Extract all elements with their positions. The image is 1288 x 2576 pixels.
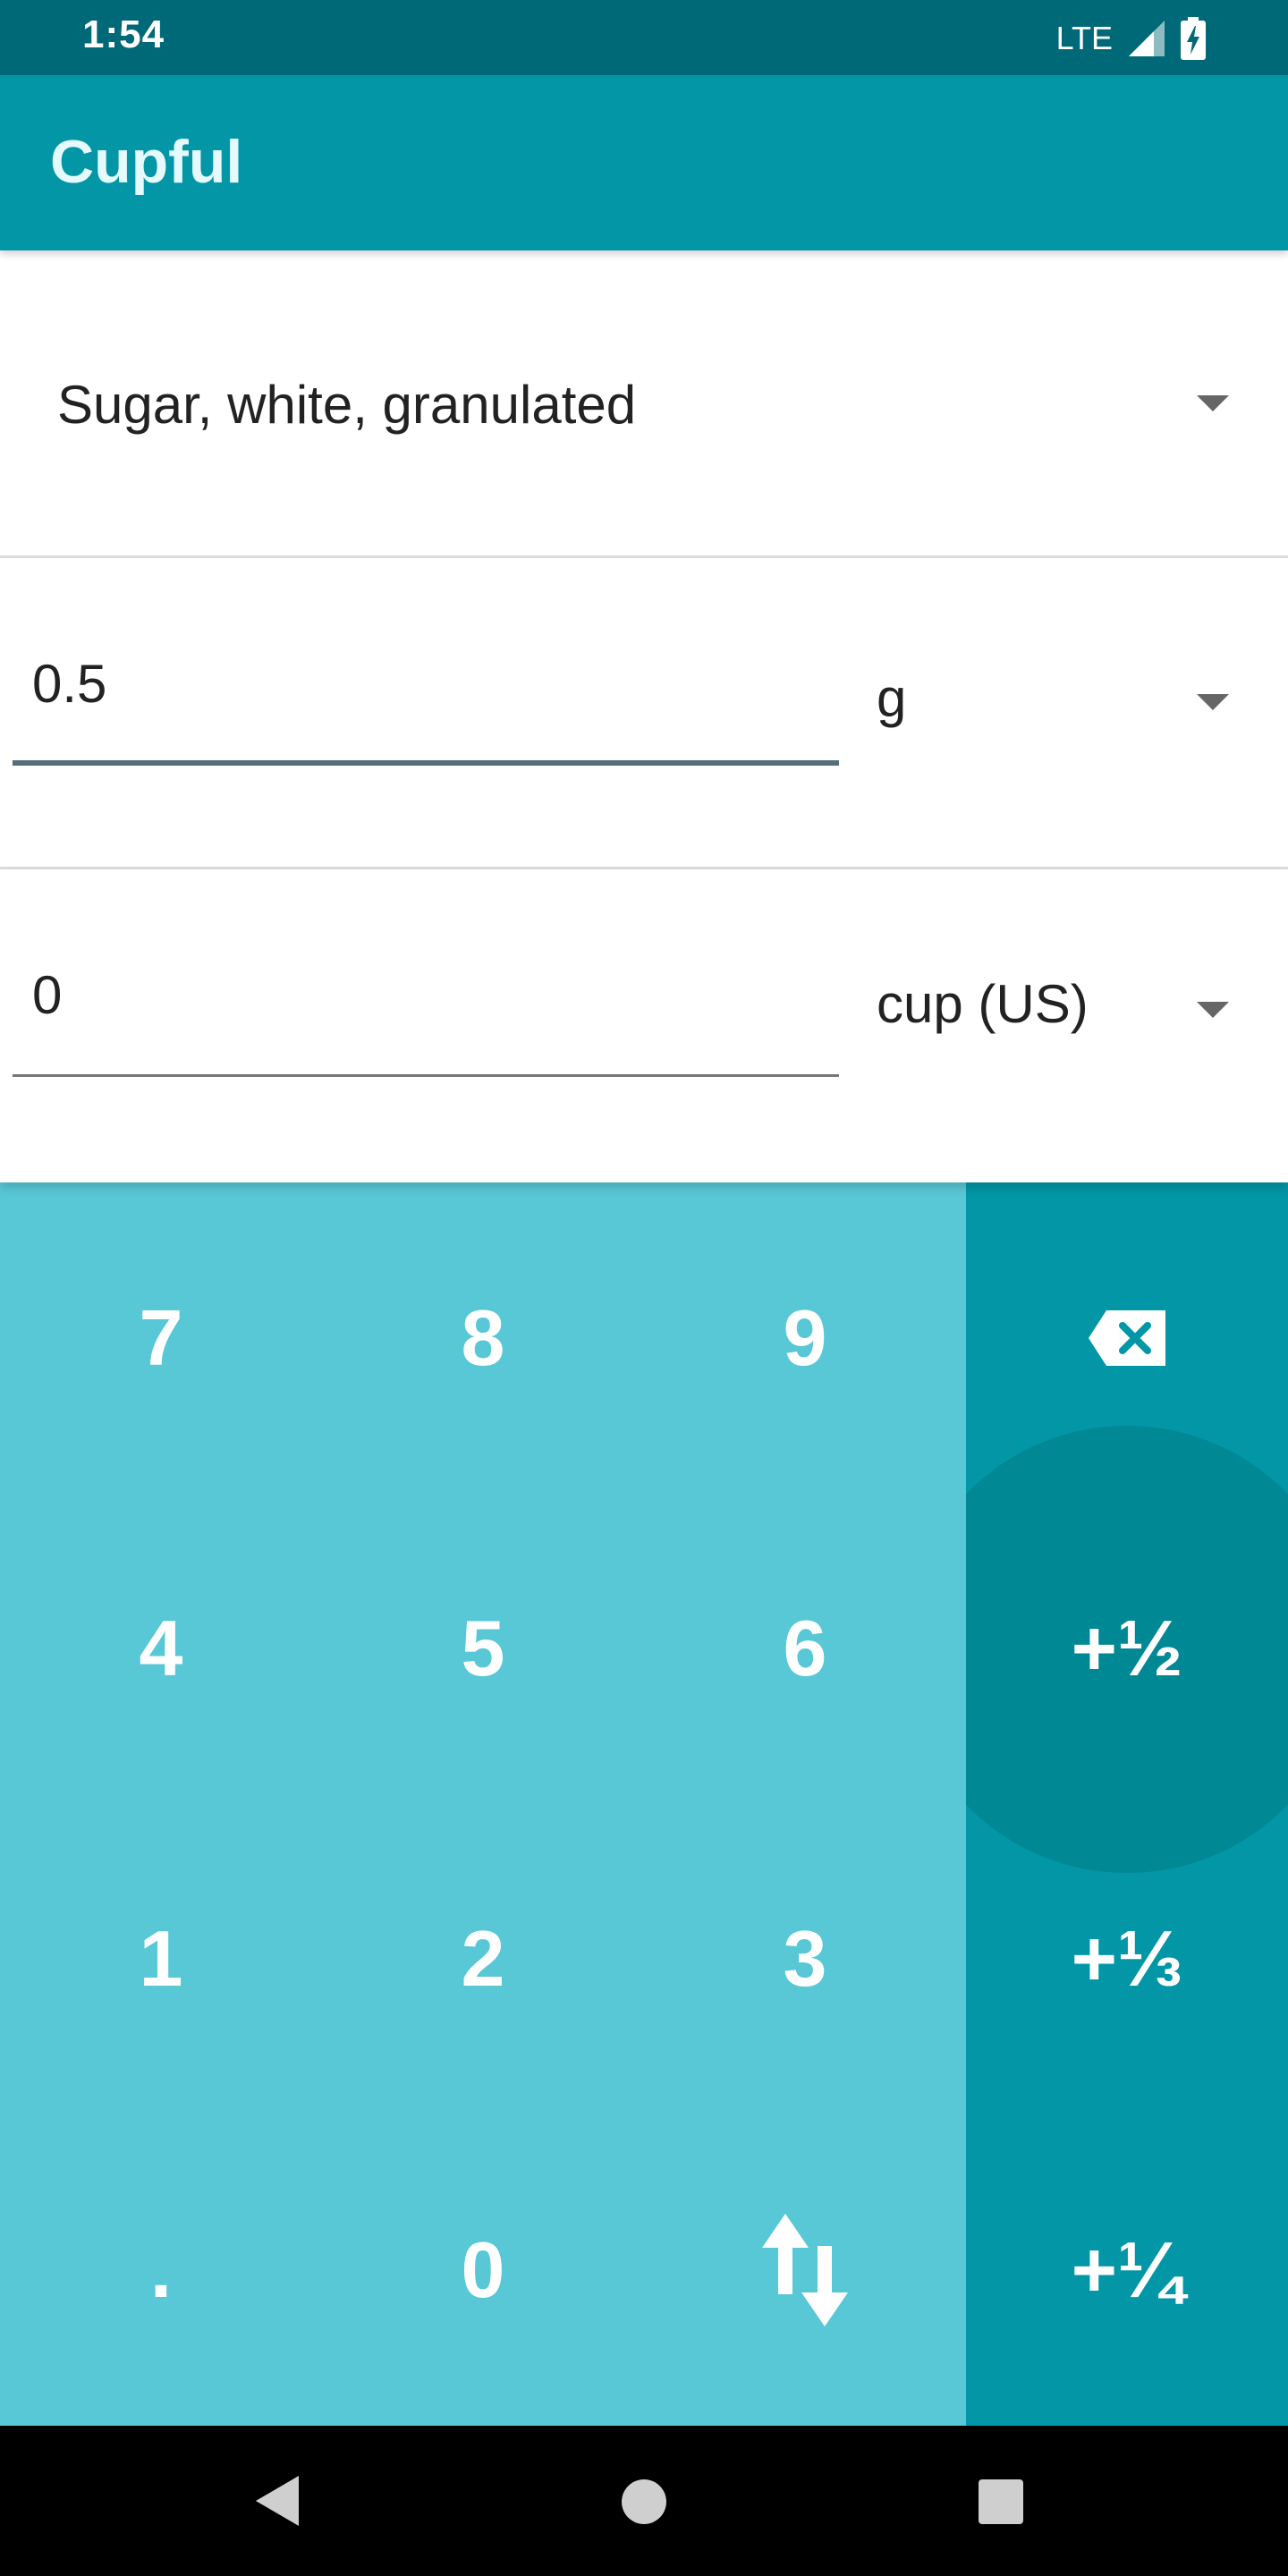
add-third-button[interactable]: +⅓ [966, 1803, 1288, 2114]
recents-icon[interactable] [979, 2479, 1023, 2524]
key-6[interactable]: 6 [644, 1493, 966, 1803]
status-time: 1:54 [82, 13, 165, 56]
key-7[interactable]: 7 [0, 1182, 322, 1493]
key-4[interactable]: 4 [0, 1493, 322, 1803]
keypad: 7 8 9 4 5 6 1 2 3 . 0 +½ +⅓ +¼ [0, 1182, 1288, 2426]
fraction-pad: +½ +⅓ +¼ [966, 1182, 1288, 2426]
to-conversion-row: 0 cup (US) [0, 869, 1288, 1182]
ingredient-selected-label: Sugar, white, granulated [57, 375, 637, 435]
chevron-down-icon [1197, 395, 1229, 411]
chevron-down-icon [1197, 694, 1229, 710]
key-3[interactable]: 3 [644, 1803, 966, 2114]
key-9[interactable]: 9 [644, 1182, 966, 1493]
key-decimal[interactable]: . [0, 2114, 322, 2425]
signal-icon [1129, 21, 1165, 56]
from-unit-dropdown[interactable]: g [859, 630, 1288, 773]
app-bar: Cupful [0, 75, 1288, 250]
backspace-icon [1089, 1309, 1165, 1366]
status-icons: LTE [1056, 16, 1206, 61]
key-2[interactable]: 2 [322, 1803, 644, 2114]
network-type-label: LTE [1055, 20, 1113, 56]
navigation-bar [0, 2426, 1288, 2576]
swap-vertical-icon [762, 2213, 848, 2326]
from-value-input[interactable]: 0.5 [13, 612, 839, 766]
home-icon[interactable] [622, 2479, 666, 2524]
from-unit-label: g [877, 668, 907, 728]
from-value-underline [13, 760, 839, 766]
to-value-text: 0 [32, 965, 63, 1025]
app-title: Cupful [50, 128, 243, 196]
battery-charging-icon [1181, 17, 1206, 60]
to-unit-dropdown[interactable]: cup (US) [859, 937, 1288, 1080]
backspace-button[interactable] [966, 1182, 1288, 1493]
add-quarter-button[interactable]: +¼ [966, 2114, 1288, 2425]
screen: 1:54 LTE Cupful Sugar, white, granulated… [0, 0, 1288, 2576]
to-unit-label: cup (US) [877, 974, 1089, 1034]
key-5[interactable]: 5 [322, 1493, 644, 1803]
number-pad: 7 8 9 4 5 6 1 2 3 . 0 [0, 1182, 966, 2426]
key-1[interactable]: 1 [0, 1803, 322, 2114]
swap-units-button[interactable] [644, 2114, 966, 2425]
back-icon[interactable] [256, 2476, 299, 2526]
chevron-down-icon [1197, 1002, 1229, 1018]
to-value-underline [13, 1074, 839, 1077]
key-8[interactable]: 8 [322, 1182, 644, 1493]
ingredient-dropdown[interactable]: Sugar, white, granulated [0, 250, 1288, 558]
from-conversion-row: 0.5 g [0, 558, 1288, 869]
status-bar: 1:54 LTE [0, 0, 1288, 75]
key-0[interactable]: 0 [322, 2114, 644, 2425]
add-half-button[interactable]: +½ [966, 1493, 1288, 1803]
from-value-text: 0.5 [32, 654, 107, 714]
to-value-input[interactable]: 0 [13, 923, 839, 1077]
